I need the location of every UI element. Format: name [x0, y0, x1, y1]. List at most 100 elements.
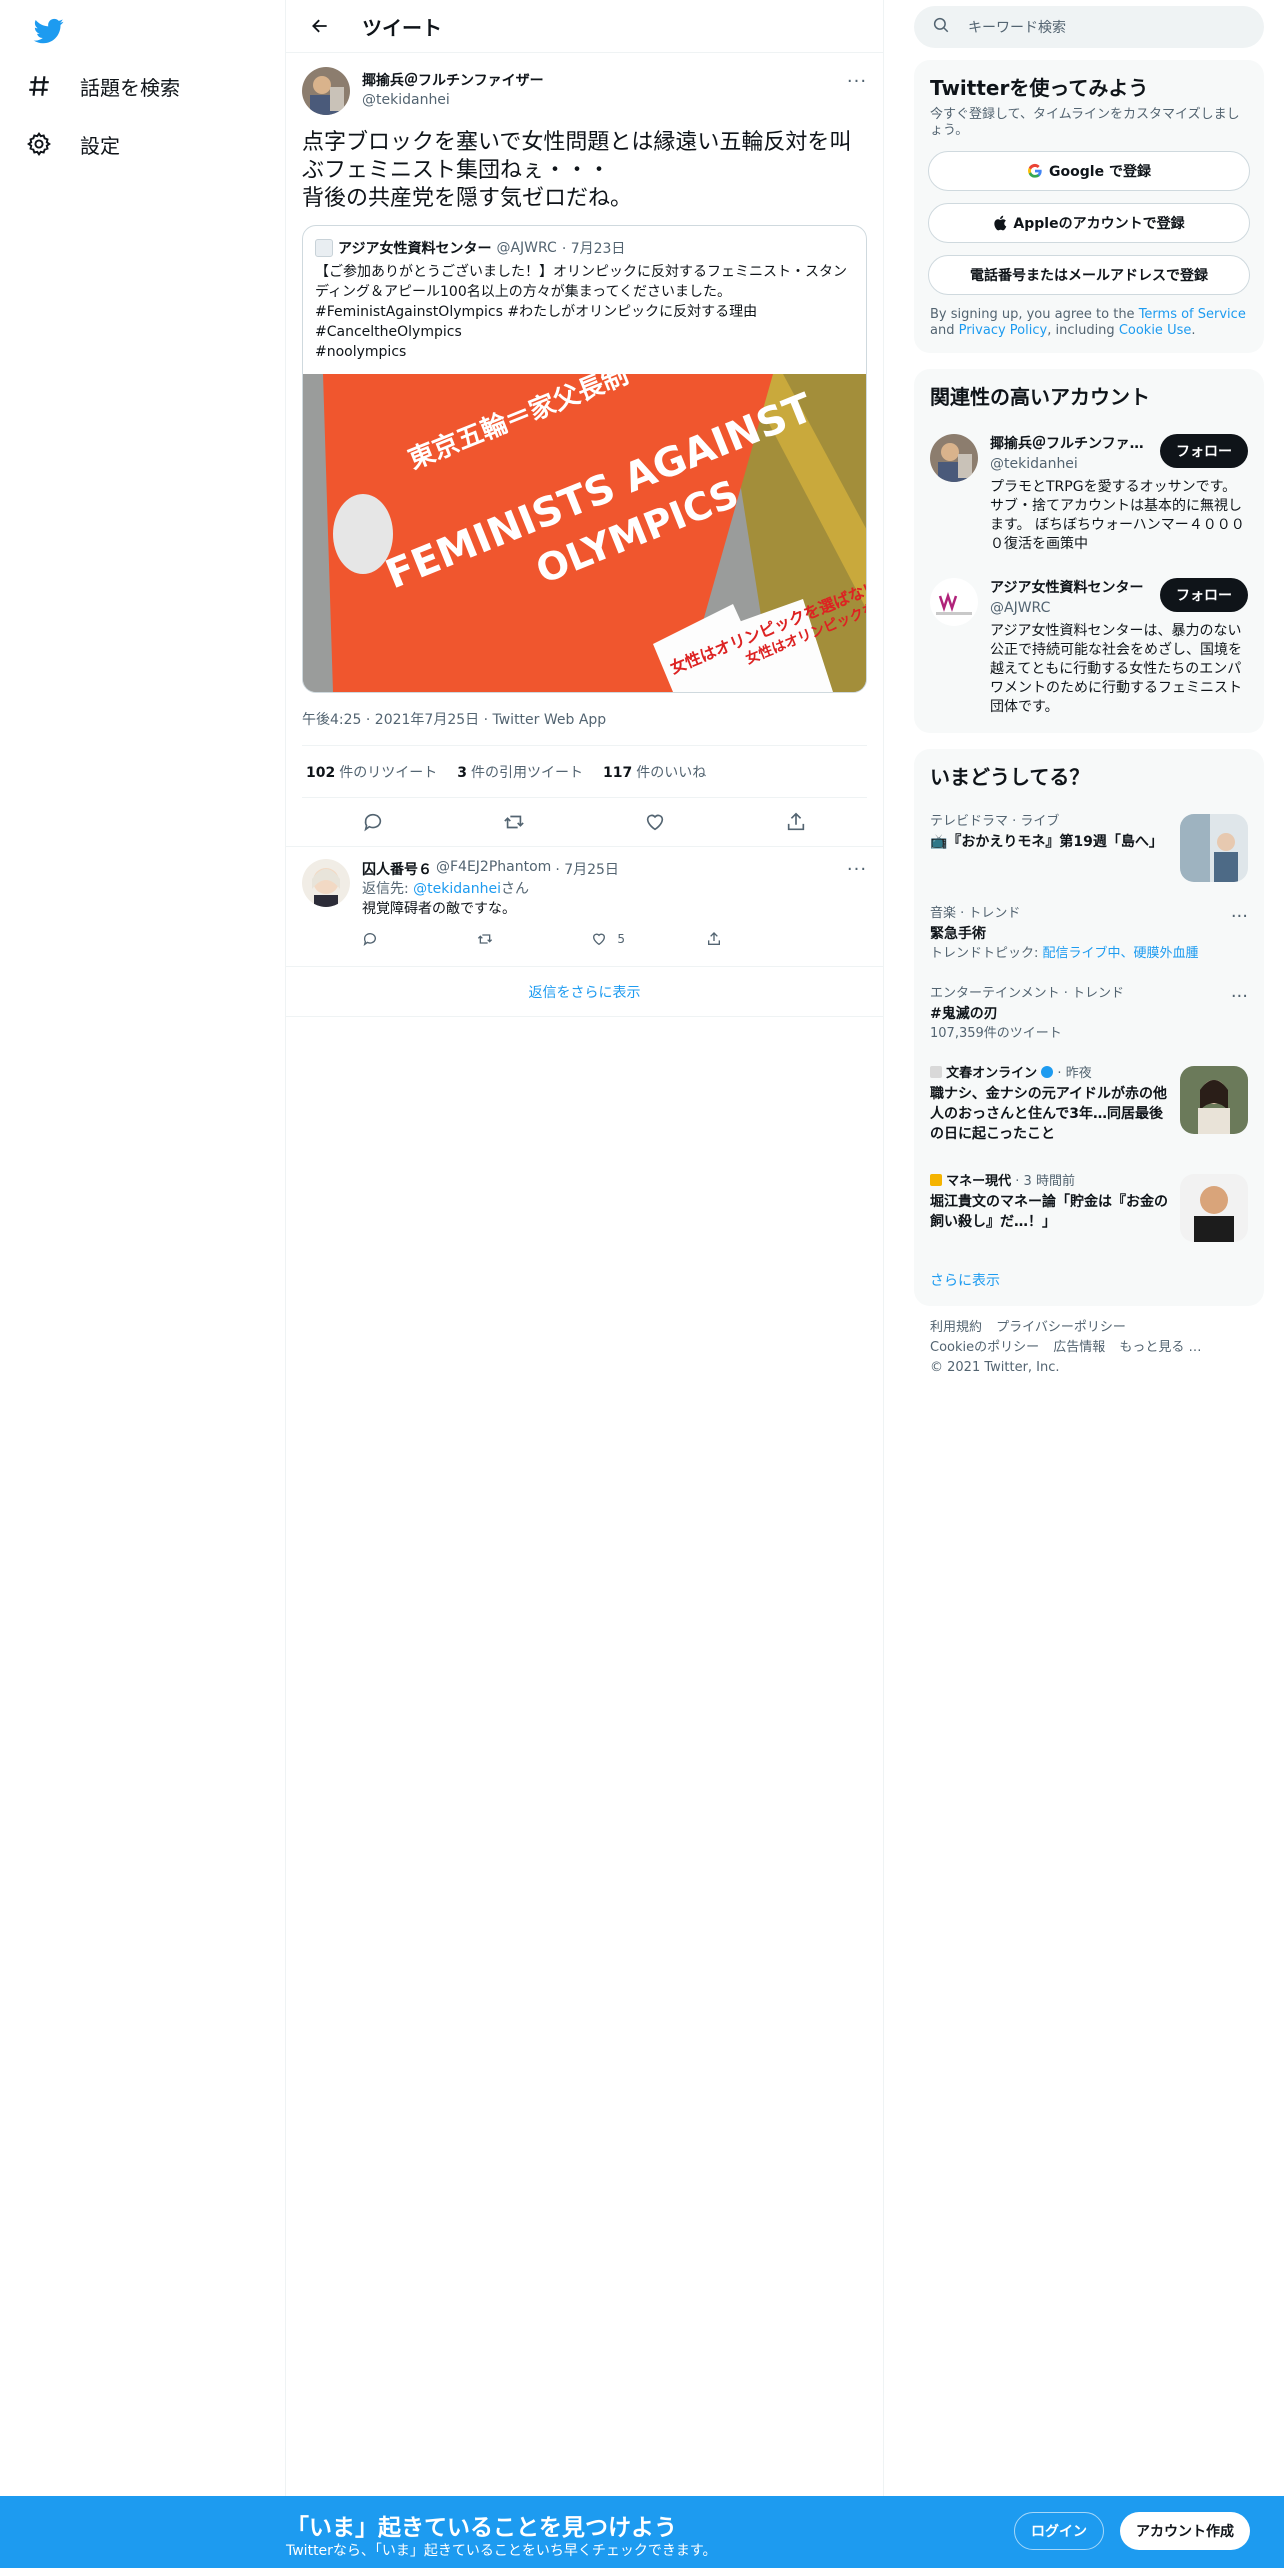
quotes-stat[interactable]: 3 件の引用ツイート [457, 762, 583, 782]
related-account[interactable]: アジア女性資料センター @AJWRC アジア女性資料センターは、暴力のない公正で… [914, 566, 1264, 729]
reply-icon[interactable] [355, 804, 391, 840]
apple-icon [994, 215, 1007, 231]
reply-header: 囚人番号６ @F4EJ2Phantom · 7月25日 [362, 859, 867, 879]
quote-photo[interactable]: 東京五輪＝家父長制 FEMINISTS AGAINST OLYMPICS 女性は… [303, 374, 866, 692]
tweet-text: 点字ブロックを塞いで女性問題とは縁遠い五輪反対を叫ぶフェミニスト集団ねぇ・・・ … [302, 130, 852, 211]
follow-button[interactable]: フォロー [1160, 434, 1248, 468]
login-button[interactable]: ログイン [1014, 2512, 1104, 2550]
reply-icon [363, 933, 376, 946]
search-input[interactable]: キーワード検索 [968, 17, 1066, 37]
footer-link[interactable]: もっと見る … [1119, 1340, 1201, 1355]
reply-author-handle[interactable]: @F4EJ2Phantom [436, 859, 551, 879]
quote-text: 【ご参加ありがとうございました！】オリンピックに反対するフェミニスト・スタンディ… [315, 264, 847, 360]
quote-date: · 7月23日 [561, 241, 626, 257]
tweet-actions [302, 798, 867, 846]
replying-to: 返信先: @tekidanheiさん [362, 881, 529, 897]
trend-thumbnail [1180, 1174, 1248, 1242]
twitter-logo-icon[interactable] [32, 16, 66, 46]
author-handle[interactable]: @tekidanhei [362, 90, 544, 110]
related-account-bio: プラモとTRPGを愛するオッサンです。 サブ・捨てアカウントは基本的に無視します… [990, 479, 1245, 552]
related-account[interactable]: 揶揄兵＠フルチンファイザー @tekidanhei プラモとTRPGを愛するオッ… [914, 422, 1264, 566]
quoted-tweet[interactable]: アジア女性資料センター @AJWRC · 7月23日 【ご参加ありがとうございま… [302, 225, 867, 693]
more-options-icon[interactable]: ··· [1231, 986, 1248, 1007]
trend-item[interactable]: テレビドラマ · ライブ 📺『おかえりモネ』第19週「島へ」 [914, 802, 1264, 894]
footer-link[interactable]: 利用規約 [930, 1320, 982, 1335]
google-signup-button[interactable]: Google で登録 [928, 151, 1250, 191]
signup-subtitle: 今すぐ登録して、タイムラインをカスタマイズしましょう。 [930, 107, 1240, 138]
avatar[interactable] [930, 434, 978, 482]
tweet-author: 揶揄兵＠フルチンファイザー @tekidanhei ··· [302, 65, 867, 117]
retweet-icon[interactable] [496, 804, 532, 840]
related-accounts-card: 関連性の高いアカウント 揶揄兵＠フルチンファイザー @tekidanhei プラ… [914, 369, 1264, 733]
main-column: ツイート 揶揄兵＠フルチンファイザー @tekidanhei ··· 点字ブロッ… [286, 0, 884, 2568]
follow-button[interactable]: フォロー [1160, 578, 1248, 612]
footer-link[interactable]: プライバシーポリシー [996, 1320, 1126, 1335]
more-options-icon[interactable]: ··· [1231, 906, 1248, 927]
signup-title: Twitterを使ってみよう [930, 76, 1149, 100]
trend-thumbnail [1180, 814, 1248, 882]
trend-item[interactable]: マネー現代 · 3 時間前 堀江貴文のマネー論「貯金は『お金の飼い殺し』だ…！」 [914, 1162, 1264, 1254]
trend-item[interactable]: エンターテインメント · トレンド #鬼滅の刃 107,359件のツイート ··… [914, 974, 1264, 1054]
search-icon [932, 16, 950, 38]
reply-date[interactable]: · 7月25日 [555, 859, 619, 879]
page-title: ツイート [362, 15, 442, 40]
replying-to-link[interactable]: @tekidanhei [413, 881, 501, 897]
trend-thumbnail [1180, 1066, 1248, 1134]
reply-like-button[interactable]: 5 [591, 931, 671, 947]
reply-reply-button[interactable] [362, 931, 442, 947]
trend-item[interactable]: 音楽 · トレンド 緊急手術 トレンドトピック: 配信ライブ中、硬膜外血腫 ··… [914, 894, 1264, 974]
reply-actions: 5 [362, 931, 786, 947]
privacy-link[interactable]: Privacy Policy [959, 323, 1048, 338]
trend-topic-link[interactable]: 配信ライブ中、硬膜外血腫 [1043, 946, 1199, 961]
cookie-link[interactable]: Cookie Use [1119, 323, 1192, 338]
tweet-timestamp[interactable]: 午後4:25 · 2021年7月25日 · Twitter Web App [302, 709, 867, 746]
gear-icon [24, 129, 54, 159]
footer-link[interactable]: Cookieのポリシー [930, 1340, 1039, 1355]
bottom-bar-title: 「いま」起きていることを見つけよう [286, 2515, 677, 2541]
share-icon[interactable] [778, 804, 814, 840]
terms-link[interactable]: Terms of Service [1139, 307, 1246, 322]
signup-card: Twitterを使ってみよう 今すぐ登録して、タイムラインをカスタマイズしましょ… [914, 60, 1264, 353]
likes-stat[interactable]: 117 件のいいね [603, 762, 706, 782]
avatar[interactable] [302, 67, 350, 115]
avatar[interactable] [302, 859, 350, 907]
publisher-avatar [930, 1174, 942, 1186]
nav-explore[interactable]: 話題を検索 [24, 60, 180, 112]
search-box[interactable]: キーワード検索 [914, 6, 1264, 48]
show-more-replies-link[interactable]: 返信をさらに表示 [286, 967, 883, 1017]
nav-settings-label: 設定 [80, 133, 120, 158]
more-options-icon[interactable]: ··· [847, 859, 867, 880]
phone-email-signup-button[interactable]: 電話番号またはメールアドレスで登録 [928, 255, 1250, 295]
like-icon[interactable] [637, 804, 673, 840]
author-name[interactable]: 揶揄兵＠フルチンファイザー [362, 72, 544, 90]
avatar[interactable] [930, 578, 978, 626]
left-nav: 話題を検索 設定 [0, 0, 286, 2568]
quote-header: アジア女性資料センター @AJWRC · 7月23日 [303, 226, 866, 258]
footer-link[interactable]: 広告情報 [1053, 1340, 1105, 1355]
trends-show-more-link[interactable]: さらに表示 [914, 1254, 1264, 1306]
reply-like-count: 5 [617, 932, 625, 946]
reply-share-button[interactable] [706, 931, 786, 947]
more-options-icon[interactable]: ··· [847, 71, 867, 92]
quote-avatar [315, 239, 333, 257]
quote-author-name: アジア女性資料センター [338, 241, 492, 257]
verified-badge-icon [1041, 1066, 1054, 1078]
signup-legal: By signing up, you agree to the Terms of… [930, 307, 1246, 338]
related-title: 関連性の高いアカウント [930, 385, 1150, 409]
nav-settings[interactable]: 設定 [24, 118, 120, 170]
reply-author-name[interactable]: 囚人番号６ [362, 859, 432, 879]
retweets-stat[interactable]: 102 件のリツイート [306, 762, 437, 782]
back-arrow-icon[interactable] [302, 8, 338, 44]
reply-tweet[interactable]: 囚人番号６ @F4EJ2Phantom · 7月25日 返信先: @tekida… [286, 846, 883, 967]
trend-item[interactable]: 文春オンライン · 昨夜 職ナシ、金ナシの元アイドルが赤の他人のおっさんと住んで… [914, 1054, 1264, 1162]
tweet-stats: 102 件のリツイート 3 件の引用ツイート 117 件のいいね [302, 746, 867, 798]
trends-card: いまどうしてる？ テレビドラマ · ライブ 📺『おかえりモネ』第19週「島へ」 … [914, 749, 1264, 1306]
nav-explore-label: 話題を検索 [80, 75, 180, 100]
related-account-name: アジア女性資料センター [990, 580, 1144, 596]
related-account-bio: アジア女性資料センターは、暴力のない公正で持続可能な社会をめざし、国境を越えてと… [990, 623, 1242, 715]
trends-title: いまどうしてる？ [930, 765, 1090, 789]
apple-signup-button[interactable]: Appleのアカウントで登録 [928, 203, 1250, 243]
reply-retweet-button[interactable] [477, 931, 557, 947]
create-account-button[interactable]: アカウント作成 [1120, 2512, 1250, 2550]
bottom-signup-bar: 「いま」起きていることを見つけよう Twitterなら、「いま」起きていることを… [0, 2496, 1284, 2568]
